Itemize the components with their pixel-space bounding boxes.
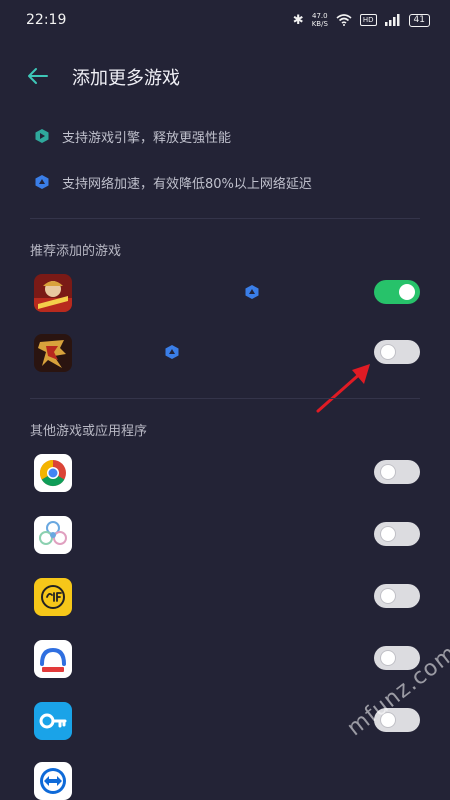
toggle-knob [380, 588, 396, 604]
list-item[interactable] [30, 452, 422, 496]
wifi-icon [336, 14, 352, 26]
chrome-icon [34, 454, 72, 492]
game-toggle[interactable] [374, 280, 420, 304]
divider [30, 218, 420, 219]
toggle-knob [380, 464, 396, 480]
list-item[interactable] [30, 760, 422, 800]
status-bar: 22:19 ✱ 47.0 KB/S HD 41 [0, 0, 450, 40]
status-time: 22:19 [26, 12, 67, 28]
signal-icon [384, 14, 400, 26]
feature-network-text: 支持网络加速，有效降低80%以上网络延迟 [62, 176, 312, 192]
app-toggle[interactable] [374, 522, 420, 546]
annotation-arrow-icon [316, 364, 370, 413]
accelerate-badge-icon [165, 345, 179, 359]
watermark: mfunz.com [318, 610, 450, 769]
toggle-knob [399, 284, 415, 300]
flower-app-icon [34, 516, 72, 554]
list-item[interactable] [30, 576, 422, 620]
toggle-knob [380, 526, 396, 542]
hd-badge: HD [359, 14, 377, 26]
accelerate-badge-icon [245, 285, 259, 299]
app-toggle[interactable] [374, 460, 420, 484]
network-speed-value: 47.0 [311, 12, 328, 20]
divider [30, 398, 420, 399]
network-accelerate-icon [35, 175, 49, 189]
network-speed-unit: KB/S [311, 20, 328, 28]
feature-engine: 支持游戏引擎，释放更强性能 [34, 124, 231, 148]
network-speed: 47.0 KB/S [312, 12, 328, 28]
status-icons: ✱ 47.0 KB/S HD 41 [293, 10, 430, 30]
game-icon-calligraphy [34, 334, 72, 372]
list-item[interactable] [30, 272, 422, 316]
header: 添加更多游戏 [0, 56, 450, 96]
feature-engine-text: 支持游戏引擎，释放更强性能 [62, 130, 232, 146]
app-toggle[interactable] [374, 584, 420, 608]
key-app-icon [34, 702, 72, 740]
bluetooth-icon: ✱ [292, 12, 304, 28]
back-arrow-icon[interactable] [26, 64, 50, 88]
toggle-knob [380, 344, 396, 360]
battery-indicator: 41 [408, 13, 430, 27]
feature-network: 支持网络加速，有效降低80%以上网络延迟 [34, 170, 312, 194]
gif-app-icon [34, 578, 72, 616]
teamviewer-icon [34, 762, 72, 800]
section-title-other: 其他游戏或应用程序 [30, 424, 148, 439]
page-title: 添加更多游戏 [72, 68, 180, 89]
cloud-app-icon [34, 640, 72, 678]
list-item[interactable] [30, 514, 422, 558]
section-title-recommended: 推荐添加的游戏 [30, 244, 122, 259]
engine-icon [35, 129, 49, 143]
game-icon-one-piece [34, 274, 72, 312]
